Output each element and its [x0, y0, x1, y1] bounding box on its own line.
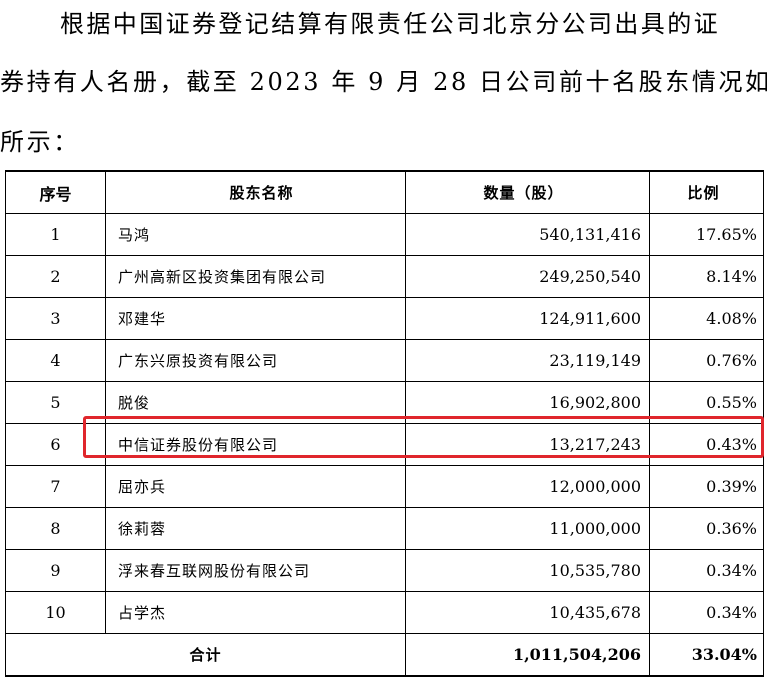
row-shares: 13,217,243	[405, 423, 650, 466]
row-shares: 249,250,540	[405, 255, 650, 298]
row-name: 广州高新区投资集团有限公司	[105, 255, 406, 298]
total-label: 合计	[5, 633, 406, 677]
table-row: 5 脱俊 16,902,800 0.55%	[5, 381, 764, 424]
row-name: 浮来春互联网股份有限公司	[105, 549, 406, 592]
table-header-row: 序号 股东名称 数量（股） 比例	[5, 170, 764, 214]
row-name: 徐莉蓉	[105, 507, 406, 550]
row-ratio: 0.39%	[649, 465, 764, 508]
row-ratio: 0.34%	[649, 591, 764, 634]
row-name: 中信证券股份有限公司	[105, 423, 406, 466]
intro-line-2: 券持有人名册，截至 2023 年 9 月 28 日公司前十名股东情况如下	[0, 68, 767, 96]
table-row: 9 浮来春互联网股份有限公司 10,535,780 0.34%	[5, 549, 764, 592]
row-shares: 16,902,800	[405, 381, 650, 424]
row-shares: 23,119,149	[405, 339, 650, 382]
row-ratio: 8.14%	[649, 255, 764, 298]
row-no: 5	[5, 381, 106, 424]
header-shares: 数量（股）	[405, 170, 650, 214]
row-ratio: 17.65%	[649, 213, 764, 256]
row-shares: 10,435,678	[405, 591, 650, 634]
row-no: 4	[5, 339, 106, 382]
total-ratio: 33.04%	[649, 633, 764, 677]
row-shares: 12,000,000	[405, 465, 650, 508]
total-row: 合计 1,011,504,206 33.04%	[5, 633, 764, 677]
header-no: 序号	[5, 170, 106, 214]
table-row: 8 徐莉蓉 11,000,000 0.36%	[5, 507, 764, 550]
table-row: 7 屈亦兵 12,000,000 0.39%	[5, 465, 764, 508]
row-no: 6	[5, 423, 106, 466]
row-no: 2	[5, 255, 106, 298]
row-name: 邓建华	[105, 297, 406, 340]
row-ratio: 0.36%	[649, 507, 764, 550]
row-shares: 540,131,416	[405, 213, 650, 256]
row-shares: 11,000,000	[405, 507, 650, 550]
row-ratio: 4.08%	[649, 297, 764, 340]
row-name: 脱俊	[105, 381, 406, 424]
row-no: 3	[5, 297, 106, 340]
row-no: 10	[5, 591, 106, 634]
table-row: 2 广州高新区投资集团有限公司 249,250,540 8.14%	[5, 255, 764, 298]
header-name: 股东名称	[105, 170, 406, 214]
header-ratio: 比例	[649, 170, 764, 214]
table-row: 10 占学杰 10,435,678 0.34%	[5, 591, 764, 634]
row-no: 8	[5, 507, 106, 550]
row-name: 马鸿	[105, 213, 406, 256]
row-ratio: 0.34%	[649, 549, 764, 592]
row-name: 占学杰	[105, 591, 406, 634]
intro-line-1: 根据中国证券登记结算有限责任公司北京分公司出具的证	[60, 10, 720, 38]
row-no: 9	[5, 549, 106, 592]
total-shares: 1,011,504,206	[405, 633, 650, 677]
table-row-highlighted: 6 中信证券股份有限公司 13,217,243 0.43%	[5, 423, 764, 466]
row-ratio: 0.55%	[649, 381, 764, 424]
table-row: 1 马鸿 540,131,416 17.65%	[5, 213, 764, 256]
top-ten-shareholders-table: 序号 股东名称 数量（股） 比例 1 马鸿 540,131,416 17.65%…	[5, 170, 764, 677]
row-no: 7	[5, 465, 106, 508]
table-row: 4 广东兴原投资有限公司 23,119,149 0.76%	[5, 339, 764, 382]
row-ratio: 0.43%	[649, 423, 764, 466]
intro-line-3: 所示：	[0, 128, 80, 156]
table-row: 3 邓建华 124,911,600 4.08%	[5, 297, 764, 340]
row-ratio: 0.76%	[649, 339, 764, 382]
row-name: 屈亦兵	[105, 465, 406, 508]
row-name: 广东兴原投资有限公司	[105, 339, 406, 382]
row-shares: 124,911,600	[405, 297, 650, 340]
row-shares: 10,535,780	[405, 549, 650, 592]
row-no: 1	[5, 213, 106, 256]
